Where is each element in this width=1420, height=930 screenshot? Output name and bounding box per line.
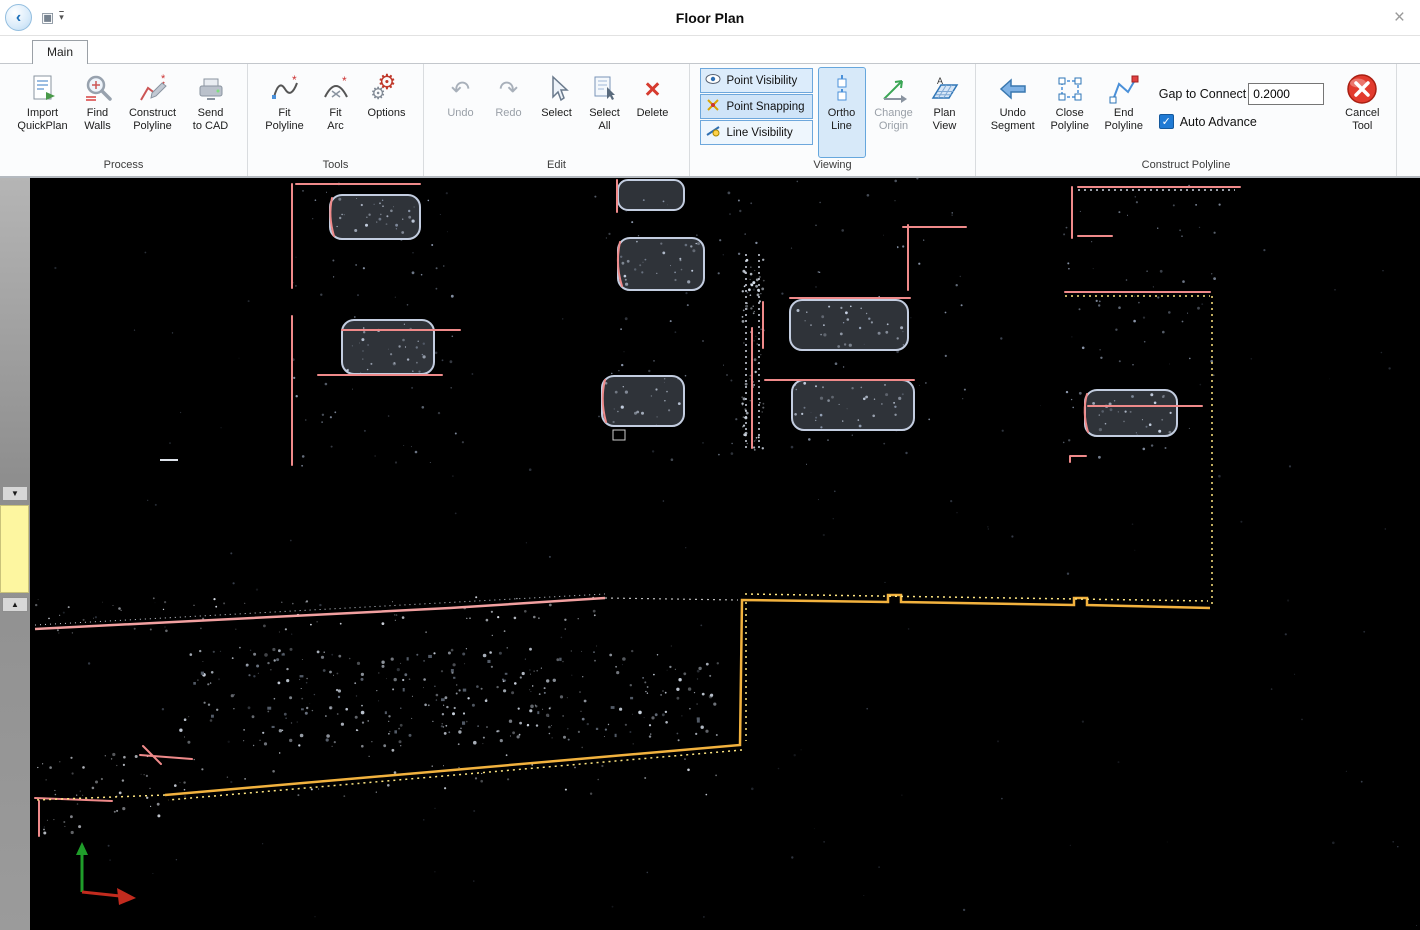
- fit-polyline-button[interactable]: * FitPolyline: [258, 67, 312, 158]
- construct-polyline-button[interactable]: * ConstructPolyline: [122, 67, 184, 158]
- floorplan-canvas[interactable]: [30, 178, 1420, 930]
- close-icon[interactable]: ×: [1394, 8, 1405, 27]
- find-walls-icon: [82, 71, 114, 107]
- plan-view-button[interactable]: A PlanView: [922, 67, 968, 158]
- ortho-line-button[interactable]: OrthoLine: [818, 67, 866, 158]
- find-walls-button[interactable]: FindWalls: [76, 67, 120, 158]
- auto-advance-label: Auto Advance: [1180, 115, 1257, 129]
- point-snapping-icon: [705, 97, 721, 116]
- line-visibility-label: Line Visibility: [726, 127, 792, 139]
- point-snapping-toggle[interactable]: Point Snapping: [700, 94, 812, 119]
- delete-button[interactable]: × Delete: [630, 67, 676, 158]
- select-all-button[interactable]: SelectAll: [582, 67, 628, 158]
- select-all-icon: [589, 71, 621, 107]
- auto-advance-checkbox[interactable]: ✓: [1159, 114, 1174, 129]
- ribbon-group-viewing: Point Visibility Point Snapping Line Vis…: [690, 64, 976, 176]
- redo-icon: ↷: [499, 71, 518, 107]
- scroll-down-button[interactable]: ▼: [2, 486, 28, 501]
- titlebar: ‹ ▣ ▾ Floor Plan ×: [0, 0, 1420, 36]
- close-polyline-button[interactable]: ClosePolyline: [1044, 67, 1096, 158]
- group-label-construct-polyline: Construct Polyline: [976, 158, 1396, 176]
- group-label-tools: Tools: [248, 158, 423, 176]
- vertical-scrollbar[interactable]: ▼ ▲: [0, 178, 30, 930]
- scroll-thumb-highlight[interactable]: [0, 505, 29, 593]
- end-polyline-button[interactable]: EndPolyline: [1098, 67, 1150, 158]
- scroll-up-button[interactable]: ▲: [2, 597, 28, 612]
- svg-text:*: *: [292, 73, 297, 87]
- point-visibility-toggle[interactable]: Point Visibility: [700, 68, 812, 93]
- ribbon: ImportQuickPlan FindWalls * ConstructPol…: [0, 64, 1420, 178]
- tab-main[interactable]: Main: [32, 40, 88, 64]
- check-icon: ✓: [1162, 115, 1171, 128]
- tab-bar: Main: [0, 36, 1420, 64]
- cancel-tool-button[interactable]: CancelTool: [1336, 67, 1388, 158]
- line-visibility-toggle[interactable]: Line Visibility: [700, 120, 812, 145]
- back-icon: ‹: [16, 9, 21, 27]
- ribbon-spacer: [1397, 64, 1420, 176]
- group-label-process: Process: [0, 158, 247, 176]
- point-visibility-icon: [705, 71, 721, 90]
- gap-to-connect-input[interactable]: [1248, 83, 1324, 105]
- workspace: ▼ ▲: [0, 178, 1420, 930]
- window-title: Floor Plan: [0, 10, 1420, 26]
- redo-button[interactable]: ↷ Redo: [486, 67, 532, 158]
- change-origin-button[interactable]: ChangeOrigin: [868, 67, 920, 158]
- undo-icon: ↶: [451, 71, 470, 107]
- send-to-cad-icon: [195, 71, 227, 107]
- import-quickplan-button[interactable]: ImportQuickPlan: [12, 67, 74, 158]
- options-icon: ⚙⚙: [370, 71, 404, 107]
- ortho-line-icon: [826, 71, 858, 107]
- select-button[interactable]: Select: [534, 67, 580, 158]
- undo-segment-icon: [997, 71, 1029, 107]
- fit-arc-button[interactable]: * FitArc: [314, 67, 358, 158]
- undo-button[interactable]: ↶ Undo: [438, 67, 484, 158]
- svg-text:*: *: [161, 73, 166, 85]
- scroll-down-icon: ▼: [11, 489, 19, 498]
- back-button[interactable]: ‹: [5, 4, 32, 31]
- ribbon-group-tools: * FitPolyline * FitArc ⚙⚙ Options Tools: [248, 64, 424, 176]
- cancel-tool-icon: [1345, 71, 1379, 107]
- line-visibility-icon: [705, 123, 721, 142]
- undo-segment-button[interactable]: UndoSegment: [984, 67, 1042, 158]
- import-quickplan-icon: [27, 71, 59, 107]
- point-visibility-label: Point Visibility: [726, 75, 797, 87]
- plan-view-icon: A: [929, 71, 961, 107]
- select-icon: [541, 71, 573, 107]
- viewing-toggles: Point Visibility Point Snapping Line Vis…: [700, 68, 812, 158]
- window-icon[interactable]: ▣: [41, 9, 54, 26]
- construct-polyline-icon: *: [137, 71, 169, 107]
- fit-arc-icon: *: [320, 71, 352, 107]
- delete-icon: ×: [645, 71, 661, 107]
- point-snapping-label: Point Snapping: [726, 101, 804, 113]
- construct-fields: Gap to Connect ✓ Auto Advance: [1159, 83, 1325, 158]
- change-origin-icon: [878, 71, 910, 107]
- ribbon-group-edit: ↶ Undo ↷ Redo Select SelectAll ×: [424, 64, 690, 176]
- options-button[interactable]: ⚙⚙ Options: [360, 67, 414, 158]
- ribbon-group-construct-polyline: UndoSegment ClosePolyline EndPolyline Ga…: [976, 64, 1397, 176]
- group-label-viewing: Viewing: [690, 158, 975, 176]
- fit-polyline-icon: *: [269, 71, 301, 107]
- gap-to-connect-label: Gap to Connect: [1159, 87, 1247, 101]
- customize-icon[interactable]: ▾: [59, 12, 64, 23]
- group-label-edit: Edit: [424, 158, 689, 176]
- ribbon-group-process: ImportQuickPlan FindWalls * ConstructPol…: [0, 64, 248, 176]
- send-to-cad-button[interactable]: Sendto CAD: [186, 67, 236, 158]
- end-polyline-icon: [1108, 71, 1140, 107]
- scroll-up-icon: ▲: [11, 600, 19, 609]
- close-polyline-icon: [1054, 71, 1086, 107]
- svg-text:*: *: [342, 74, 347, 88]
